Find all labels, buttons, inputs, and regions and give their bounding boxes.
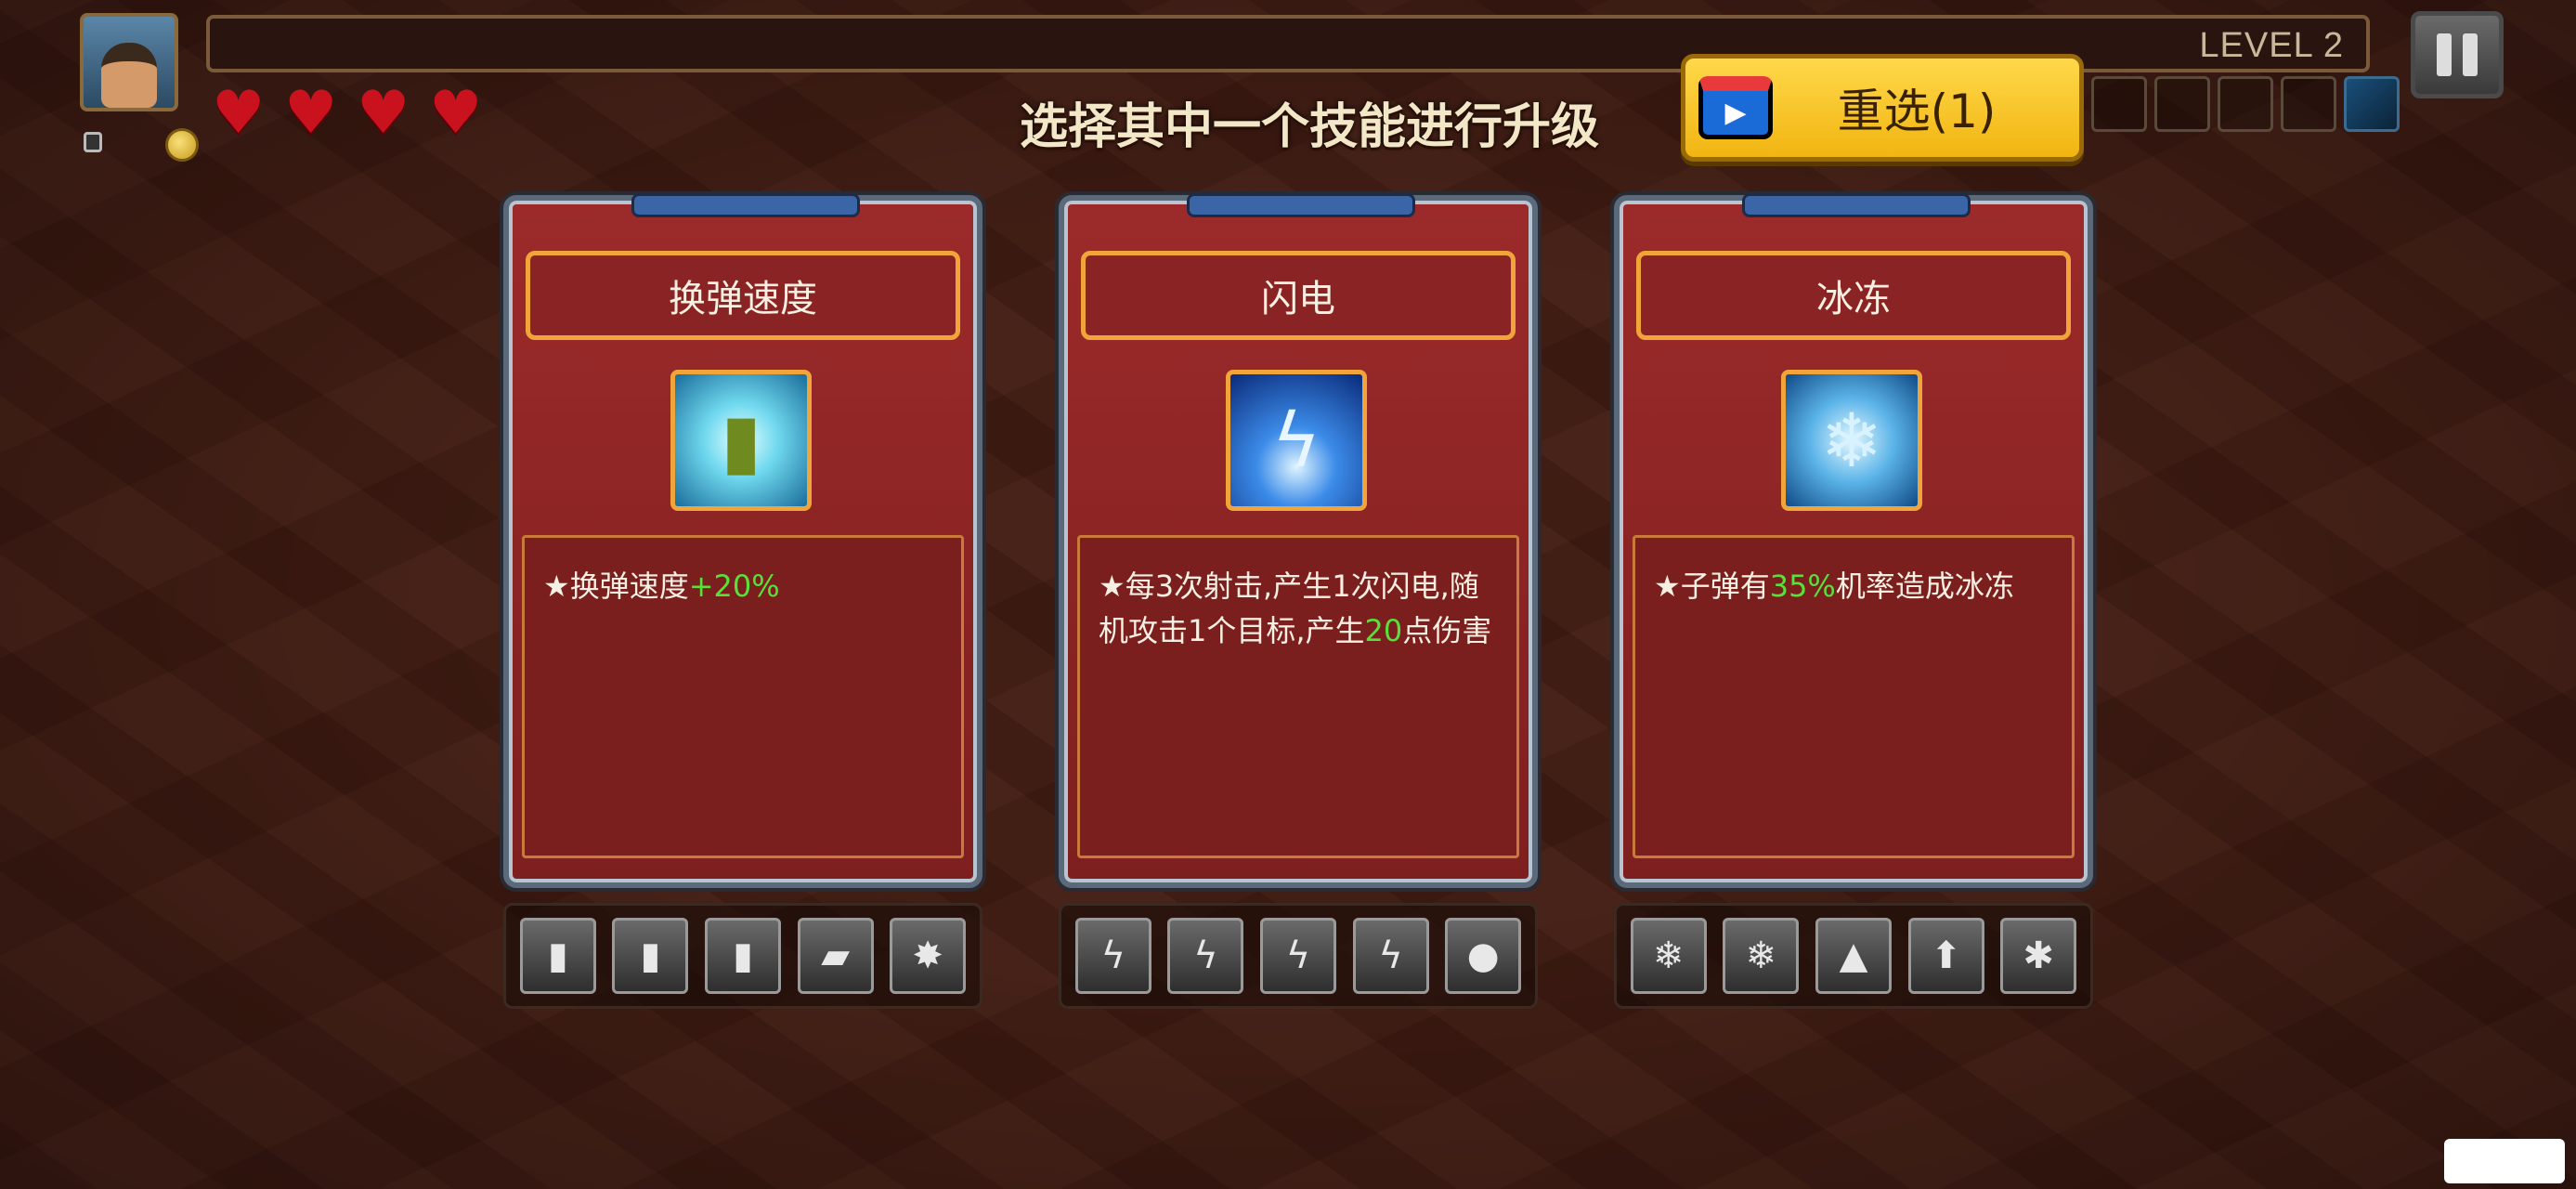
heart-icon: ♥ [357, 79, 410, 148]
pause-button[interactable] [2411, 11, 2504, 98]
skill-slot [2281, 76, 2336, 132]
reload-clip-icon: ▮ [670, 370, 812, 511]
video-ad-icon: ▶ [1698, 76, 1773, 139]
ice-arrow-level-icon: ⬆ [1907, 918, 1984, 994]
heart-icon: ♥ [212, 79, 266, 148]
lightning-level-icon: ϟ [1167, 918, 1244, 994]
item-counter-icon [84, 132, 102, 152]
ice-spikes-level-icon: ▲ [1815, 918, 1892, 994]
energy-orb-level-icon: ● [1445, 918, 1522, 994]
reload-upgrade-levels: ▮ ▮ ▮ ▰ ✸ [503, 903, 982, 1009]
card-description: ★子弹有35%机率造成冰冻 [1633, 535, 2075, 858]
coin-icon [165, 128, 199, 162]
card-description: ★换弹速度+20% [522, 535, 964, 858]
skill-slot [2218, 76, 2273, 132]
freeze-crystal-icon: ❄ [1781, 370, 1922, 511]
freeze-upgrade-levels: ❄ ❄ ▲ ⬆ ✱ [1614, 903, 2093, 1009]
lightning-level-icon: ϟ [1352, 918, 1429, 994]
heart-icon: ♥ [284, 79, 338, 148]
reload-level-icon: ▮ [519, 918, 596, 994]
reload-level-icon: ▮ [704, 918, 781, 994]
skill-slot [2154, 76, 2210, 132]
avatar-face [101, 43, 157, 108]
gun-level-icon: ▰ [797, 918, 874, 994]
card-clip [631, 193, 860, 217]
burst-level-icon: ✸ [890, 918, 967, 994]
lightning-upgrade-levels: ϟ ϟ ϟ ϟ ● [1059, 903, 1538, 1009]
skill-card-freeze[interactable]: 冰冻 ❄ ★子弹有35%机率造成冰冻 [1614, 193, 2093, 888]
card-title: 换弹速度 [526, 251, 960, 340]
skill-card-lightning[interactable]: 闪电 ϟ ★每3次射击,产生1次闪电,随机攻击1个目标,产生20点伤害 [1059, 193, 1538, 888]
skill-card-reload[interactable]: 换弹速度 ▮ ★换弹速度+20% [503, 193, 982, 888]
prompt-title: 选择其中一个技能进行升级 [1019, 99, 1599, 155]
skill-slot-filled [2344, 76, 2400, 132]
reroll-button[interactable]: ▶ 重选(1) [1681, 54, 2084, 162]
reroll-label: 重选(1) [1837, 85, 1997, 138]
player-avatar [80, 13, 178, 111]
heart-icon: ♥ [429, 79, 483, 148]
card-title: 冰冻 [1636, 251, 2071, 340]
card-clip [1187, 193, 1415, 217]
card-clip [1742, 193, 1971, 217]
card-description: ★每3次射击,产生1次闪电,随机攻击1个目标,产生20点伤害 [1077, 535, 1519, 858]
skill-slots [2091, 76, 2400, 132]
watermark-logo [2444, 1139, 2565, 1183]
lightning-icon: ϟ [1226, 370, 1367, 511]
ice-burst-level-icon: ✱ [2000, 918, 2077, 994]
reload-level-icon: ▮ [612, 918, 689, 994]
ice-level-icon: ❄ [1630, 918, 1707, 994]
lightning-level-icon: ϟ [1259, 918, 1336, 994]
skill-slot [2091, 76, 2147, 132]
level-label: LEVEL 2 [2199, 26, 2344, 65]
ice-level-icon: ❄ [1723, 918, 1800, 994]
pause-icon [2437, 33, 2452, 76]
card-title: 闪电 [1081, 251, 1516, 340]
health-hearts: ♥ ♥ ♥ ♥ [212, 79, 490, 148]
lightning-level-icon: ϟ [1074, 918, 1151, 994]
